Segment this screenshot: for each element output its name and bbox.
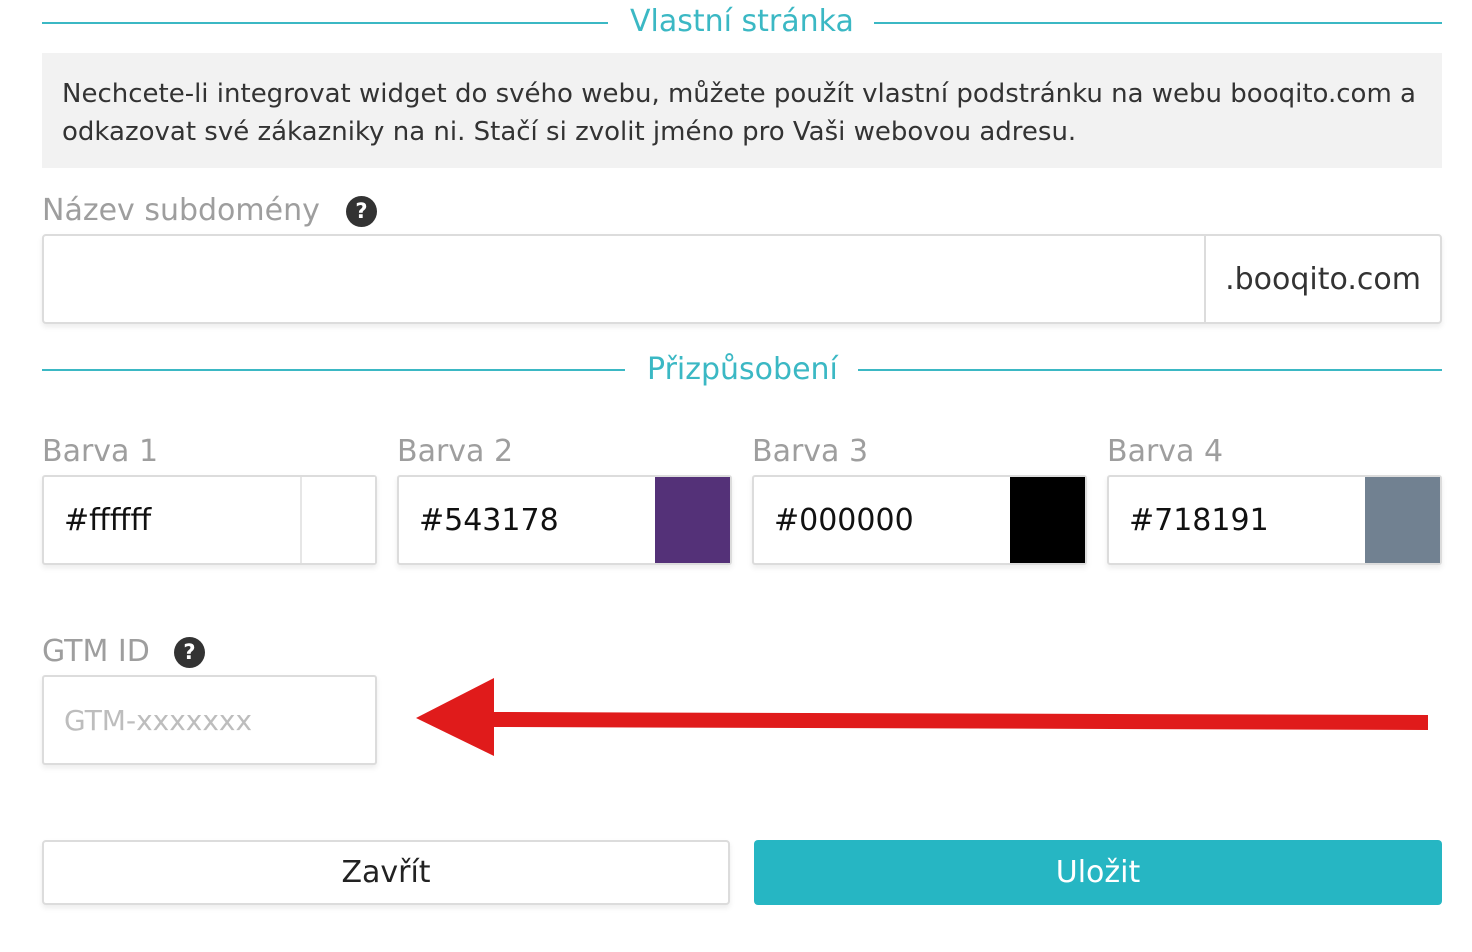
color-4-swatch[interactable] [1365,477,1440,563]
color-1-value[interactable]: #ffffff [44,477,300,563]
save-button[interactable]: Uložit [754,840,1442,905]
color-1-field[interactable]: #ffffff [42,475,377,565]
color-3-field[interactable]: #000000 [752,475,1087,565]
color-4-value[interactable]: #718191 [1109,477,1365,563]
gtm-help-icon[interactable]: ? [174,637,205,668]
color-3-swatch[interactable] [1010,477,1085,563]
settings-form: Vlastní stránka Nechcete-li integrovat w… [0,0,1472,952]
color-1-swatch[interactable] [300,477,375,563]
close-button[interactable]: Zavřít [42,840,730,905]
subdomain-suffix: .booqito.com [1204,236,1440,322]
arrow-shaft [490,712,1428,730]
subdomain-help-icon[interactable]: ? [346,196,377,227]
color-1-label: Barva 1 [42,434,159,469]
color-4-label: Barva 4 [1107,434,1224,469]
gtm-id-input[interactable] [42,675,377,765]
subdomain-label: Název subdomény [42,193,320,228]
info-text: Nechcete-li integrovat widget do svého w… [42,53,1442,168]
subdomain-input[interactable] [44,236,1204,322]
color-3-value[interactable]: #000000 [754,477,1010,563]
color-2-swatch[interactable] [655,477,730,563]
arrow-head [416,678,494,756]
color-2-label: Barva 2 [397,434,514,469]
gtm-label: GTM ID [42,634,150,669]
annotation-arrow-icon [416,678,1428,756]
section-title-custom-page: Vlastní stránka [630,4,854,39]
subdomain-input-group: .booqito.com [42,234,1442,324]
color-4-field[interactable]: #718191 [1107,475,1442,565]
section-title-customization: Přizpůsobení [647,352,838,387]
color-2-value[interactable]: #543178 [399,477,655,563]
color-3-label: Barva 3 [752,434,869,469]
color-2-field[interactable]: #543178 [397,475,732,565]
